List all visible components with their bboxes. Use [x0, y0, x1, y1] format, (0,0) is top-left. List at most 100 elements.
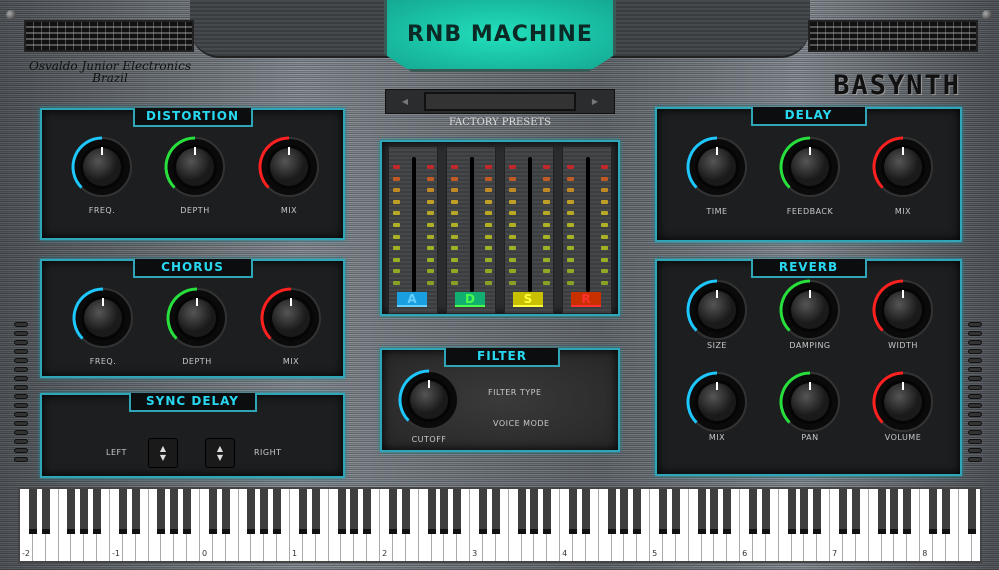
arrow-up-icon[interactable]: ▲ [160, 444, 166, 453]
adsr-a-button[interactable]: A [397, 292, 427, 307]
black-key[interactable] [118, 489, 127, 534]
black-key[interactable] [131, 489, 140, 534]
level-led [567, 269, 574, 274]
chorus-depth-knob[interactable] [165, 286, 229, 350]
slider-track[interactable] [412, 157, 416, 292]
black-key[interactable] [697, 489, 706, 534]
chorus-mix-knob[interactable] [259, 286, 323, 350]
black-key[interactable] [851, 489, 860, 534]
black-key[interactable] [260, 489, 269, 534]
right-delay-stepper[interactable]: ▲ ▼ [205, 438, 235, 468]
level-led [485, 199, 492, 204]
black-key[interactable] [749, 489, 758, 534]
delay-mix-knob[interactable] [871, 135, 935, 199]
black-key[interactable] [568, 489, 577, 534]
slider-track[interactable] [528, 157, 532, 292]
black-key[interactable] [157, 489, 166, 534]
adsr-d-button[interactable]: D [455, 292, 485, 307]
black-key[interactable] [633, 489, 642, 534]
black-key[interactable] [67, 489, 76, 534]
adsr-slider-r[interactable]: R [562, 146, 612, 314]
black-key[interactable] [478, 489, 487, 534]
level-led [485, 269, 492, 274]
black-key[interactable] [388, 489, 397, 534]
black-key[interactable] [671, 489, 680, 534]
black-key[interactable] [620, 489, 629, 534]
black-key[interactable] [41, 489, 50, 534]
black-key[interactable] [517, 489, 526, 534]
black-key[interactable] [311, 489, 320, 534]
black-key[interactable] [80, 489, 89, 534]
black-key[interactable] [659, 489, 667, 534]
preset-prev-button[interactable]: ◀ [386, 90, 424, 113]
black-key[interactable] [337, 489, 346, 534]
black-key[interactable] [890, 489, 899, 534]
black-key[interactable] [530, 489, 539, 534]
black-key[interactable] [710, 489, 719, 534]
arrow-down-icon[interactable]: ▼ [217, 453, 223, 462]
adsr-slider-d[interactable]: D [446, 146, 496, 314]
chorus-freq-knob[interactable] [71, 286, 135, 350]
preset-name-field[interactable] [424, 92, 576, 111]
black-key[interactable] [581, 489, 590, 534]
filter-type-selector[interactable]: FILTER TYPE [488, 388, 542, 397]
reverb-size-knob[interactable] [685, 278, 749, 342]
black-key[interactable] [723, 489, 732, 534]
preset-next-button[interactable]: ▶ [576, 90, 614, 113]
reverb-mix-knob[interactable] [685, 370, 749, 434]
left-delay-stepper[interactable]: ▲ ▼ [148, 438, 178, 468]
black-key[interactable] [93, 489, 102, 534]
delay-time-knob[interactable] [685, 135, 749, 199]
distortion-freq-knob[interactable] [70, 135, 134, 199]
black-key[interactable] [363, 489, 372, 534]
adsr-slider-s[interactable]: S [504, 146, 554, 314]
black-key[interactable] [929, 489, 938, 534]
black-key[interactable] [813, 489, 822, 534]
black-key[interactable] [427, 489, 436, 534]
black-key[interactable] [440, 489, 449, 534]
reverb-width-knob[interactable] [871, 278, 935, 342]
delay-feedback-knob[interactable] [778, 135, 842, 199]
black-key[interactable] [221, 489, 230, 534]
black-key[interactable] [28, 489, 37, 534]
arrow-up-icon[interactable]: ▲ [217, 444, 223, 453]
black-key[interactable] [208, 489, 217, 534]
black-key[interactable] [183, 489, 192, 534]
black-key[interactable] [800, 489, 809, 534]
black-key[interactable] [273, 489, 282, 534]
slider-track[interactable] [586, 157, 590, 292]
reverb-volume-knob[interactable] [871, 370, 935, 434]
black-key[interactable] [877, 489, 886, 534]
black-key[interactable] [967, 489, 976, 534]
reverb-pan-knob[interactable] [778, 370, 842, 434]
black-key[interactable] [607, 489, 616, 534]
cutoff-knob[interactable] [397, 368, 461, 432]
piano-keyboard[interactable]: -2 -1 0 1 2 3 4 5 6 7 8 [18, 487, 982, 563]
level-led [509, 246, 516, 251]
slider-track[interactable] [470, 157, 474, 292]
level-led [567, 246, 574, 251]
black-key[interactable] [453, 489, 462, 534]
level-led [509, 199, 516, 204]
adsr-r-button[interactable]: R [571, 292, 601, 307]
distortion-depth-knob[interactable] [163, 135, 227, 199]
black-key[interactable] [298, 489, 307, 534]
black-key[interactable] [247, 489, 256, 534]
black-key[interactable] [839, 489, 848, 534]
distortion-mix-knob[interactable] [257, 135, 321, 199]
black-key[interactable] [491, 489, 500, 534]
arrow-down-icon[interactable]: ▼ [160, 453, 166, 462]
black-key[interactable] [401, 489, 410, 534]
black-key[interactable] [350, 489, 359, 534]
black-key[interactable] [941, 489, 950, 534]
adsr-s-button[interactable]: S [513, 292, 543, 307]
black-key[interactable] [761, 489, 770, 534]
knob-label: VOLUME [884, 433, 922, 442]
reverb-damping-knob[interactable] [778, 278, 842, 342]
black-key[interactable] [787, 489, 796, 534]
black-key[interactable] [170, 489, 179, 534]
adsr-slider-a[interactable]: A [388, 146, 438, 314]
voice-mode-selector[interactable]: VOICE MODE [493, 419, 550, 428]
black-key[interactable] [903, 489, 912, 534]
black-key[interactable] [543, 489, 552, 534]
